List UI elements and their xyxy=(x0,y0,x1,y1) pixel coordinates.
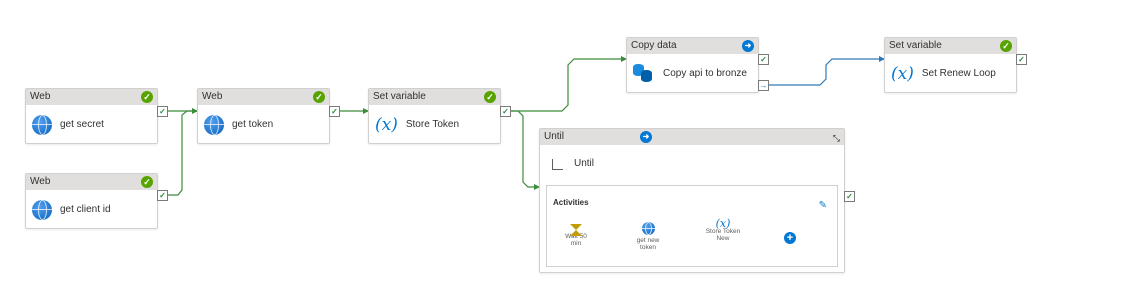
step-label: Store Token New xyxy=(705,228,741,242)
activity-name: get token xyxy=(232,119,274,130)
activity-header: Web ✓ xyxy=(198,89,329,105)
database-icon xyxy=(633,63,655,84)
run-icon: ➜ xyxy=(742,40,754,52)
fx-icon: (x) xyxy=(375,114,398,135)
connector-store-to-copy xyxy=(509,58,627,112)
activity-type: Web xyxy=(202,91,223,102)
activity-get-client-id[interactable]: Web ✓ get client id xyxy=(25,173,158,229)
check-circle-icon: ✓ xyxy=(141,91,153,103)
success-port[interactable]: ✓ xyxy=(329,106,340,117)
step-label: get new token xyxy=(636,237,660,251)
activity-header: Copy data ➜ xyxy=(627,38,758,54)
globe-icon xyxy=(641,222,655,235)
activity-type: Web xyxy=(30,91,51,102)
hourglass-icon xyxy=(570,224,582,236)
check-circle-icon: ✓ xyxy=(484,91,496,103)
success-port[interactable]: ✓ xyxy=(758,54,769,65)
until-activities-panel[interactable]: Activities ✎ Wait 50 min get new token (… xyxy=(546,185,838,267)
success-port[interactable]: ✓ xyxy=(157,106,168,117)
connector-store-to-until xyxy=(509,110,540,188)
until-loop-icon xyxy=(552,159,563,170)
activity-copy-data[interactable]: Copy data ➜ Copy api to bronze xyxy=(626,37,759,93)
fx-icon: (x) xyxy=(715,217,731,230)
activity-until[interactable]: Until ➜ ⤡ Until Activities ✎ Wait 50 min… xyxy=(539,128,845,273)
success-port[interactable]: ✓ xyxy=(500,106,511,117)
success-port[interactable]: ✓ xyxy=(844,191,855,202)
activity-header: Web ✓ xyxy=(26,89,157,105)
activity-name: Until xyxy=(574,158,595,169)
globe-icon xyxy=(32,199,52,220)
pencil-icon[interactable]: ✎ xyxy=(819,200,827,211)
connector-clientid-to-token xyxy=(166,110,198,196)
activities-title: Activities xyxy=(553,198,589,207)
activity-type: Set variable xyxy=(373,91,426,102)
activity-type: Web xyxy=(30,176,51,187)
activity-type: Set variable xyxy=(889,40,942,51)
activity-type: Copy data xyxy=(631,40,677,51)
activity-type: Until xyxy=(544,131,565,142)
expand-icon[interactable]: ⤡ xyxy=(833,130,840,146)
plus-icon[interactable]: + xyxy=(784,232,796,244)
check-circle-icon: ✓ xyxy=(141,176,153,188)
completion-port[interactable]: → xyxy=(758,80,769,91)
step-get-new-token[interactable]: get new token xyxy=(633,222,663,251)
run-icon: ➜ xyxy=(640,131,652,143)
success-port[interactable]: ✓ xyxy=(157,190,168,201)
step-wait[interactable]: Wait 50 min xyxy=(561,224,591,247)
connector-copy-to-renew xyxy=(766,58,885,86)
activity-store-token[interactable]: Set variable ✓ (x) Store Token xyxy=(368,88,501,144)
fx-icon: (x) xyxy=(891,63,914,84)
activity-name: Set Renew Loop xyxy=(921,68,996,79)
activity-get-secret[interactable]: Web ✓ get secret xyxy=(25,88,158,144)
globe-icon xyxy=(204,114,224,135)
activity-header: Web ✓ xyxy=(26,174,157,190)
check-circle-icon: ✓ xyxy=(313,91,325,103)
check-circle-icon: ✓ xyxy=(1000,40,1012,52)
step-store-token-new[interactable]: (x) Store Token New xyxy=(705,217,741,242)
activity-get-token[interactable]: Web ✓ get token xyxy=(197,88,330,144)
activity-name: get secret xyxy=(60,119,104,130)
activity-name: Store Token xyxy=(405,119,460,130)
success-port[interactable]: ✓ xyxy=(1016,54,1027,65)
globe-icon xyxy=(32,114,52,135)
activity-set-renew-loop[interactable]: Set variable ✓ (x) Set Renew Loop xyxy=(884,37,1017,93)
activity-header: Set variable ✓ xyxy=(885,38,1016,54)
activity-name: get client id xyxy=(60,204,111,215)
activity-name: Copy api to bronze xyxy=(663,68,747,79)
activity-header: Until ➜ ⤡ xyxy=(540,129,844,145)
activity-header: Set variable ✓ xyxy=(369,89,500,105)
